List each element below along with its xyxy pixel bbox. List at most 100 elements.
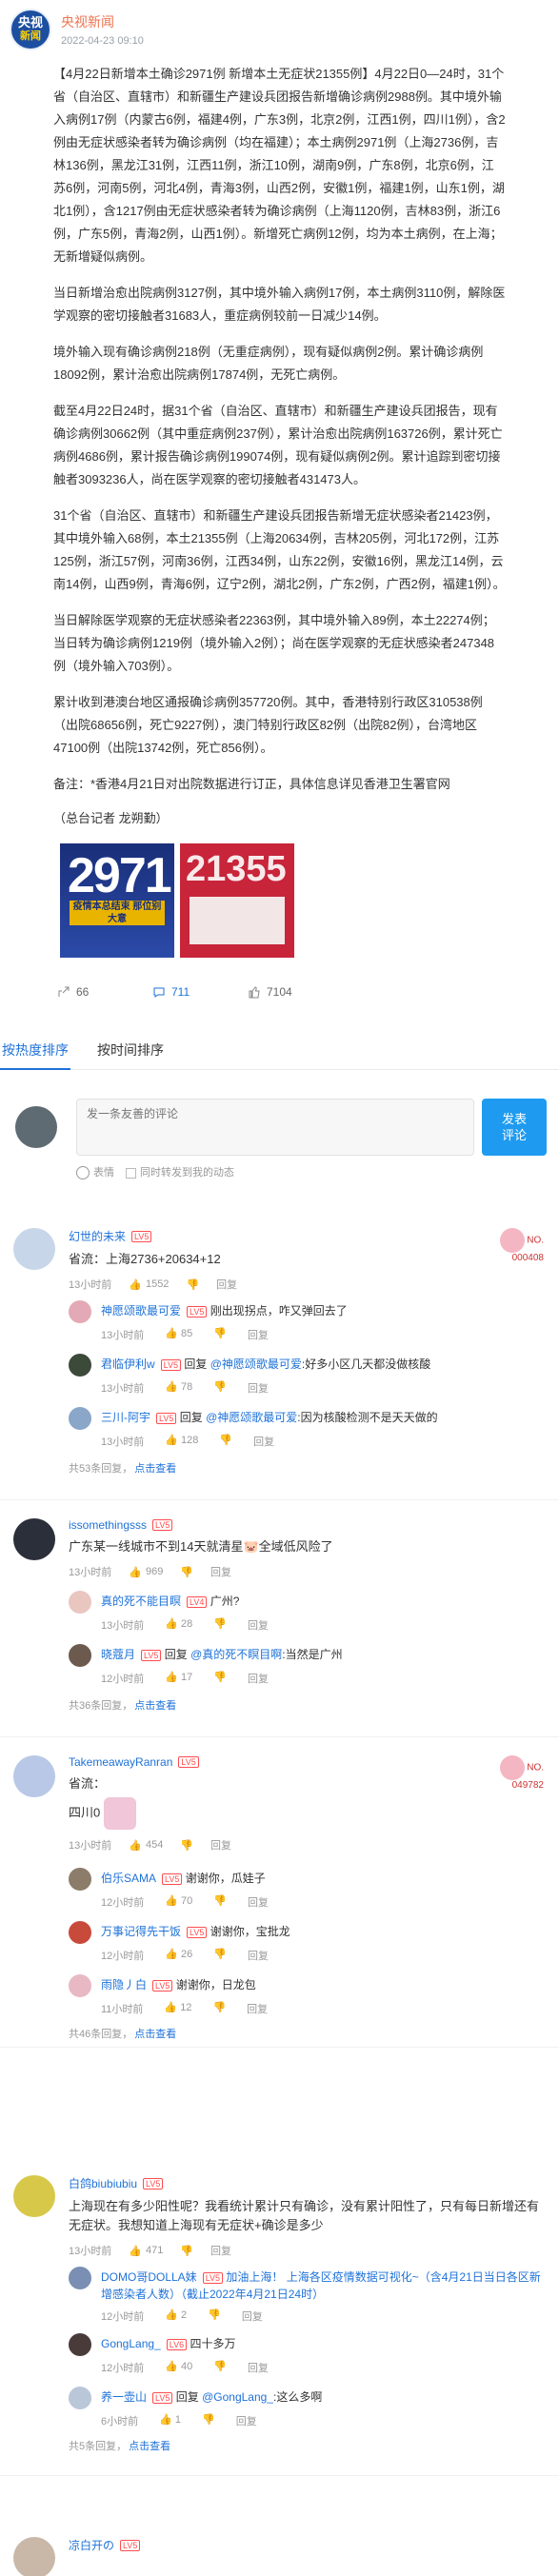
like-button[interactable]: 👍 2	[165, 2308, 187, 2324]
dislike-button[interactable]: 👎	[213, 1327, 227, 1342]
reply-button[interactable]: 回复	[248, 1671, 269, 1686]
reply-button[interactable]: 回复	[248, 1327, 269, 1342]
reply-avatar[interactable]	[69, 2267, 91, 2289]
like-button[interactable]: 👍 128	[165, 1434, 198, 1449]
dislike-button[interactable]: 👎	[213, 2360, 227, 2375]
commenter-name[interactable]: 幻世的未来	[69, 1228, 126, 1244]
author-avatar[interactable]: 央视 新闻	[10, 9, 51, 50]
post-image-1[interactable]: 2971 疫情本总结束 那位别大意	[60, 843, 174, 958]
comment-text: 广东某一线城市不到14天就清星🐷全域低风险了	[69, 1539, 333, 1554]
like-button[interactable]: 👍 85	[165, 1327, 192, 1342]
dislike-button[interactable]: 👎	[219, 1434, 232, 1449]
post-paragraph: 【4月22日新增本土确诊2971例 新增本土无症状21355例】4月22日0—2…	[53, 67, 506, 264]
like-button[interactable]: 👍 40	[165, 2360, 192, 2375]
reply-button[interactable]: 回复	[248, 1380, 269, 1396]
comment-thread: NO. 049782 TakemeawayRanran LV5 省流： 四川0 13…	[13, 1755, 549, 2041]
reply-button[interactable]: 回复	[248, 1948, 269, 1963]
view-more-link[interactable]: 点击查看	[134, 1700, 176, 1712]
like-button[interactable]: 👍 471	[129, 2245, 163, 2257]
like-button[interactable]: 👍 1	[159, 2413, 181, 2428]
like-button[interactable]: 👍 969	[129, 1566, 163, 1578]
dislike-button[interactable]: 👎	[213, 1671, 227, 1686]
comment-button[interactable]: 711	[152, 985, 248, 999]
tab-sort-time[interactable]: 按时间排序	[95, 1030, 166, 1070]
reply-button[interactable]: 回复	[248, 2360, 269, 2375]
my-avatar	[15, 1106, 57, 1148]
reply-button[interactable]: 回复	[253, 1434, 274, 1449]
dislike-button[interactable]: 👎	[180, 1839, 193, 1852]
reply-button[interactable]: 回复	[210, 1564, 231, 1579]
reply-button[interactable]: 回复	[247, 2001, 268, 2016]
post-image-2[interactable]: 21355	[180, 843, 294, 958]
author-name[interactable]: 央视新闻	[61, 12, 144, 31]
view-more-link[interactable]: 点击查看	[129, 2441, 170, 2452]
reply-avatar[interactable]	[69, 1354, 91, 1377]
thumb-up-icon	[249, 986, 260, 999]
dislike-button[interactable]: 👎	[213, 1894, 227, 1910]
dislike-button[interactable]: 👎	[213, 1617, 227, 1633]
like-button[interactable]: 👍 1552	[129, 1278, 169, 1291]
share-button[interactable]: 66	[57, 985, 152, 999]
commenter-avatar[interactable]	[13, 2537, 55, 2576]
comment-input[interactable]	[76, 1099, 474, 1156]
reply-avatar[interactable]	[69, 1921, 91, 1944]
like-button[interactable]: 👍 28	[165, 1617, 192, 1633]
reply-avatar[interactable]	[69, 1407, 91, 1430]
post-header: 央视 新闻 央视新闻 2022-04-23 09:10	[0, 0, 559, 51]
reply-avatar[interactable]	[69, 1868, 91, 1891]
send-comment-button[interactable]: 发表 评论	[482, 1099, 547, 1156]
commenter-name[interactable]: 白鸽biubiubiu	[69, 2175, 137, 2191]
view-more-link[interactable]: 点击查看	[134, 2029, 176, 2040]
post-paragraph: 境外输入现有确诊病例218例（无重症病例），现有疑似病例2例。累计确诊病例180…	[53, 345, 484, 382]
commenter-avatar[interactable]	[13, 1518, 55, 1560]
reply-button[interactable]: 回复	[248, 1617, 269, 1633]
post-time: 2022-04-23 09:10	[61, 35, 144, 47]
repost-checkbox[interactable]: 同时转发到我的动态	[126, 1164, 234, 1179]
like-button[interactable]: 👍 26	[165, 1948, 192, 1963]
like-button[interactable]: 👍 17	[165, 1671, 192, 1686]
emoji-icon	[76, 1166, 90, 1180]
comment-compose: 表情 同时转发到我的动态 发表 评论	[0, 1070, 559, 1180]
commenter-name[interactable]: TakemeawayRanran	[69, 1755, 172, 1769]
divider	[0, 2475, 559, 2476]
more-replies: 共5条回复， 点击查看	[69, 2441, 171, 2452]
like-button[interactable]: 👍 12	[164, 2001, 191, 2016]
reply-avatar[interactable]	[69, 1591, 91, 1614]
dislike-button[interactable]: 👎	[212, 2001, 226, 2016]
commenter-avatar[interactable]	[13, 1228, 55, 1270]
like-button[interactable]: 👍 454	[129, 1839, 163, 1852]
reply-button[interactable]: 回复	[248, 1894, 269, 1910]
dislike-button[interactable]: 👎	[186, 1278, 199, 1291]
reply-button[interactable]: 回复	[210, 2243, 231, 2258]
more-replies: 共46条回复， 点击查看	[69, 2029, 177, 2040]
dislike-button[interactable]: 👎	[202, 2413, 215, 2428]
reply-button[interactable]: 回复	[210, 1837, 231, 1853]
reply-avatar[interactable]	[69, 1300, 91, 1323]
commenter-avatar[interactable]	[13, 1755, 55, 1797]
reply-avatar[interactable]	[69, 2333, 91, 2356]
dislike-button[interactable]: 👎	[180, 2245, 193, 2257]
tab-sort-hot[interactable]: 按热度排序	[0, 1030, 70, 1070]
comment-thread: 凉白开の LV5	[13, 2537, 549, 2576]
commenter-name[interactable]: issomethingsss	[69, 1518, 147, 1532]
dislike-button[interactable]: 👎	[213, 1380, 227, 1396]
reply-button[interactable]: 回复	[216, 1277, 237, 1292]
reply-avatar[interactable]	[69, 1644, 91, 1667]
commenter-name[interactable]: 凉白开の	[69, 2537, 114, 2553]
reply-button[interactable]: 回复	[242, 2308, 263, 2324]
dislike-button[interactable]: 👎	[213, 1948, 227, 1963]
level-badge: LV5	[131, 1230, 152, 1242]
like-button[interactable]: 👍 78	[165, 1380, 192, 1396]
commenter-avatar[interactable]	[13, 2175, 55, 2217]
dislike-button[interactable]: 👎	[208, 2308, 221, 2324]
reply-user[interactable]: 神愿颂歌最可爱	[101, 1304, 181, 1318]
emoji-button[interactable]: 表情	[76, 1164, 114, 1180]
reply-avatar[interactable]	[69, 1974, 91, 1997]
like-button[interactable]: 👍 70	[165, 1894, 192, 1910]
like-button[interactable]: 7104	[248, 985, 343, 999]
view-more-link[interactable]: 点击查看	[134, 1463, 176, 1475]
reply-button[interactable]: 回复	[236, 2413, 257, 2428]
reply-avatar[interactable]	[69, 2387, 91, 2409]
dislike-button[interactable]: 👎	[180, 1566, 193, 1578]
post-stats: 66 711 7104	[0, 958, 559, 1005]
